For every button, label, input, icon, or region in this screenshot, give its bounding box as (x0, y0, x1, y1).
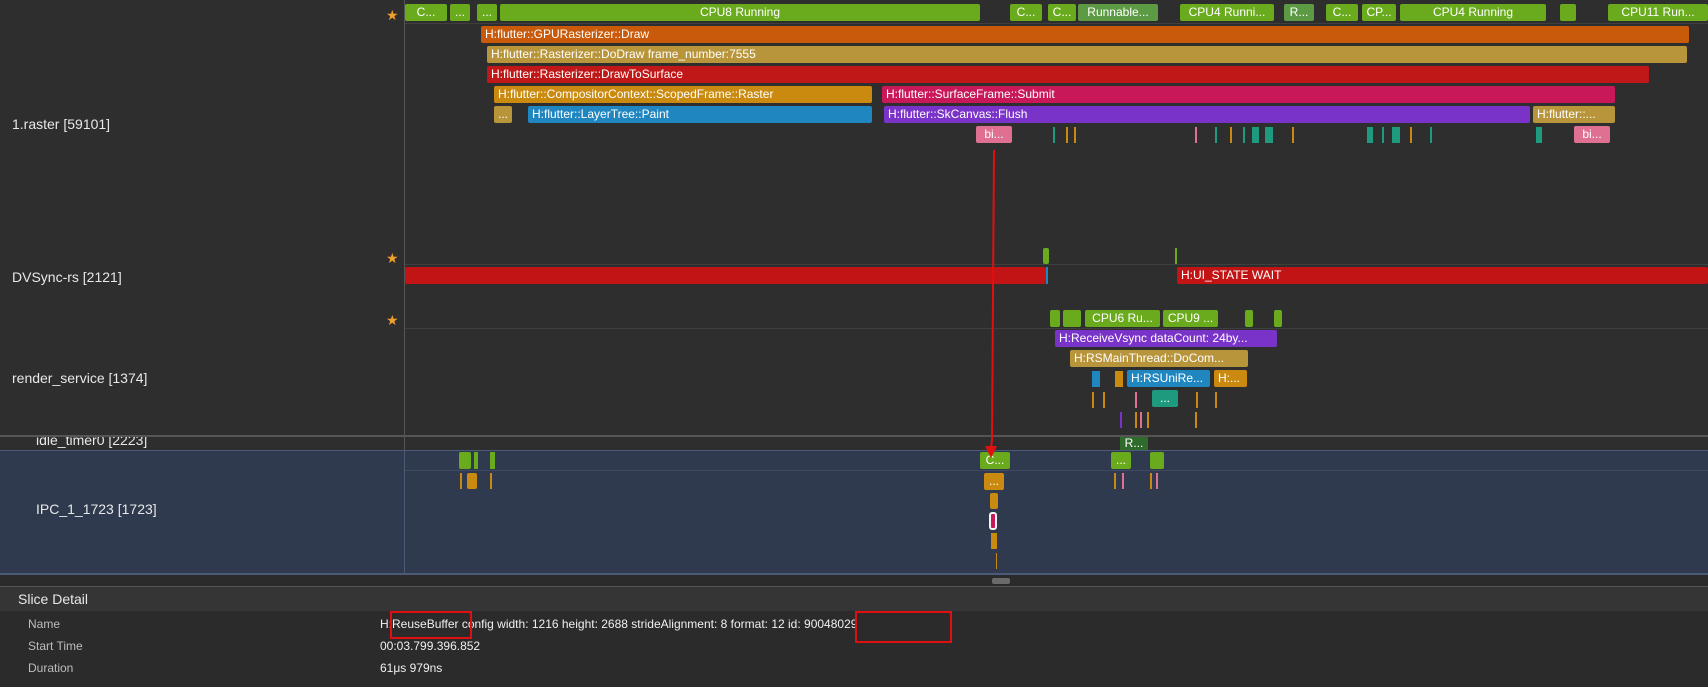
cpu-slice[interactable]: CPU8 Running (500, 4, 980, 21)
cpu-slice[interactable]: ... (477, 4, 497, 21)
duration-label: Duration (28, 661, 74, 675)
slice-dots[interactable]: ... (1111, 452, 1131, 469)
track-dvsync[interactable]: ★ DVSync-rs [2121] H:UI_STATE WAIT (0, 246, 1708, 309)
cpu-slice[interactable]: C... (1048, 4, 1076, 21)
track-name: idle_timer0 [2223] (36, 435, 148, 448)
track-ipc[interactable]: IPC_1_1723 [1723] C... ... ... (0, 450, 1708, 575)
slice-do-draw[interactable]: H:flutter::Rasterizer::DoDraw frame_numb… (487, 46, 1687, 63)
cpu-slice[interactable]: ... (450, 4, 470, 21)
slice-rs-main-thread[interactable]: H:RSMainThread::DoCom... (1070, 350, 1248, 367)
slice-dots[interactable]: ... (1152, 390, 1178, 407)
star-icon[interactable]: ★ (386, 8, 399, 22)
slice-dvsync-wait[interactable] (405, 267, 1046, 284)
cpu-slice[interactable]: C... (1326, 4, 1358, 21)
slice-gpu-draw[interactable]: H:flutter::GPURasterizer::Draw (481, 26, 1689, 43)
slice-layer-tree-paint[interactable]: H:flutter::LayerTree::Paint (528, 106, 872, 123)
selected-slice[interactable] (989, 512, 997, 530)
name-label: Name (28, 617, 61, 631)
track-name: DVSync-rs [2121] (12, 269, 122, 285)
track-name: render_service [1374] (12, 370, 148, 386)
slice-draw-to-surface[interactable]: H:flutter::Rasterizer::DrawToSurface (487, 66, 1649, 83)
cpu-slice[interactable]: R... (1284, 4, 1314, 21)
cpu-slice[interactable]: CPU9 ... (1163, 310, 1218, 327)
slice-bi[interactable]: bi... (976, 126, 1012, 143)
cpu-slice[interactable] (1063, 310, 1081, 327)
slice-dots[interactable]: ... (984, 473, 1004, 490)
cpu-slice[interactable] (1560, 4, 1576, 21)
highlight-box (390, 611, 472, 639)
cpu-slice[interactable]: CPU4 Runni... (1180, 4, 1274, 21)
slice-flutter-short[interactable]: H:flutter::... (1533, 106, 1615, 123)
cpu-slice[interactable] (1245, 310, 1253, 327)
cpu-slice[interactable]: CP... (1362, 4, 1396, 21)
slice-bi[interactable]: bi... (1574, 126, 1610, 143)
track-name: 1.raster [59101] (12, 116, 111, 132)
star-icon[interactable]: ★ (386, 313, 399, 327)
highlight-box (855, 611, 952, 643)
cpu-slice[interactable]: Runnable... (1078, 4, 1158, 21)
start-time-value[interactable]: 00:03.799.396.852 (380, 639, 480, 653)
star-icon[interactable]: ★ (386, 251, 399, 265)
duration-value[interactable]: 61μs 979ns (380, 661, 442, 675)
slice-detail-header (0, 587, 1708, 611)
cpu-slice[interactable] (1274, 310, 1282, 327)
slice-skcanvas-flush[interactable]: H:flutter::SkCanvas::Flush (884, 106, 1530, 123)
cpu-slice[interactable]: CPU4 Running (1400, 4, 1546, 21)
slice-detail-title: Slice Detail (18, 591, 89, 607)
slice-ui-state-wait[interactable]: H:UI_STATE WAIT (1177, 267, 1708, 284)
slice-detail-panel: Slice Detail Name H:ReuseBuffer config w… (0, 586, 1708, 687)
cpu-slice[interactable]: C... (1010, 4, 1042, 21)
cpu-slice[interactable]: CPU11 Run... (1608, 4, 1708, 21)
cpu-slice[interactable]: C... (405, 4, 447, 21)
cpu-slice[interactable] (1050, 310, 1060, 327)
slice-h-short[interactable]: H:... (1214, 370, 1247, 387)
start-time-label: Start Time (28, 639, 83, 653)
scrollbar-handle[interactable] (992, 578, 1010, 584)
slice-scoped-frame[interactable]: H:flutter::CompositorContext::ScopedFram… (494, 86, 872, 103)
slice-small[interactable]: ... (494, 106, 512, 123)
slice-surface-submit[interactable]: H:flutter::SurfaceFrame::Submit (882, 86, 1615, 103)
slice-rs-uni[interactable]: H:RSUniRe... (1127, 370, 1210, 387)
cpu-slice[interactable]: CPU6 Ru... (1085, 310, 1160, 327)
track-render-service[interactable]: ★ render_service [1374] CPU6 Ru... CPU9 … (0, 308, 1708, 436)
track-raster[interactable]: ★ 1.raster [59101] C... ... ... CPU8 Run… (0, 0, 1708, 247)
slice-receive-vsync[interactable]: H:ReceiveVsync dataCount: 24by... (1055, 330, 1277, 347)
track-name: IPC_1_1723 [1723] (36, 501, 157, 517)
slice-c[interactable]: C... (980, 452, 1010, 469)
